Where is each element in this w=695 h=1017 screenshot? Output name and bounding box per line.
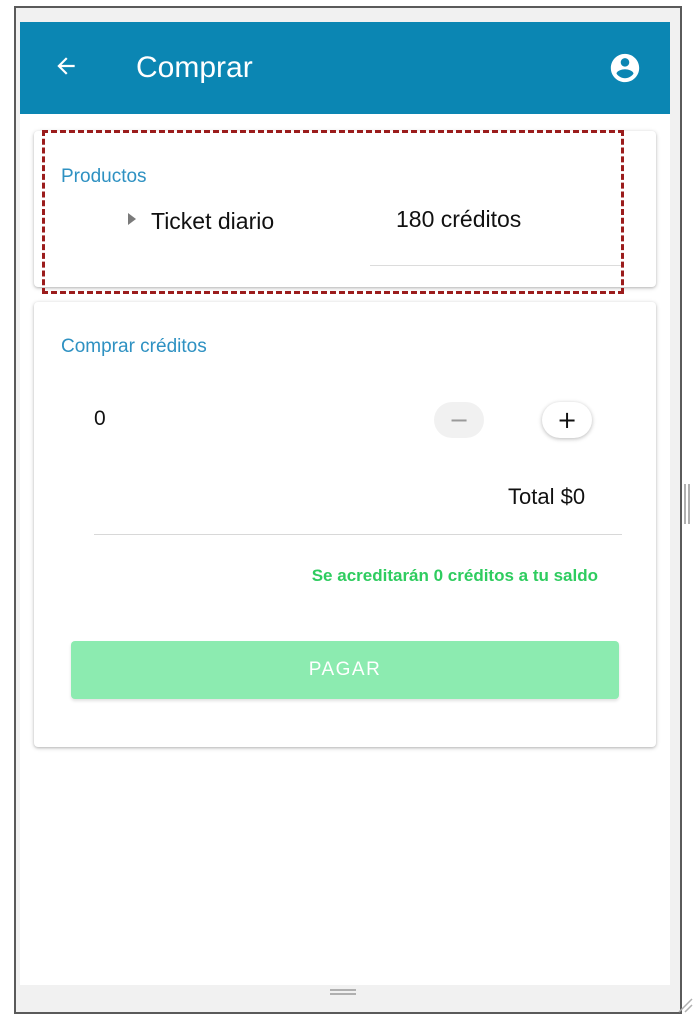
products-card: Productos Ticket diario 180 créditos [34,131,656,287]
side-resize-handle[interactable] [684,484,690,524]
buy-credits-card: Comprar créditos 0 − + Total $0 Se acred… [34,302,656,747]
total-divider [94,534,622,535]
bottom-resize-handle[interactable] [330,989,356,995]
products-title: Productos [61,166,147,187]
plus-icon: + [556,406,578,434]
total-amount: Total $0 [508,484,586,509]
page-title: Comprar [136,51,253,84]
quantity-value: 0 [94,407,106,430]
product-row[interactable]: Ticket diario 180 créditos [34,197,656,253]
back-button[interactable] [48,48,84,84]
resize-grip-icon[interactable] [675,995,693,1013]
decrement-button[interactable]: − [434,402,484,438]
product-divider [370,265,622,266]
credit-note: Se acreditarán 0 créditos a tu saldo [311,566,598,585]
product-name: Ticket diario [151,208,275,234]
app-bar: Comprar [20,22,670,114]
pay-button[interactable]: PAGAR [71,641,619,699]
increment-button[interactable]: + [542,402,592,438]
account-circle-icon [610,53,640,83]
app-screen: Comprar Productos Ticket diario 180 créd… [20,22,670,985]
account-button[interactable] [608,51,642,85]
minus-icon: − [448,406,470,434]
product-price: 180 créditos [396,206,522,232]
buy-credits-title: Comprar créditos [61,336,207,357]
arrow-left-icon [57,57,75,75]
caret-right-icon [128,213,136,225]
